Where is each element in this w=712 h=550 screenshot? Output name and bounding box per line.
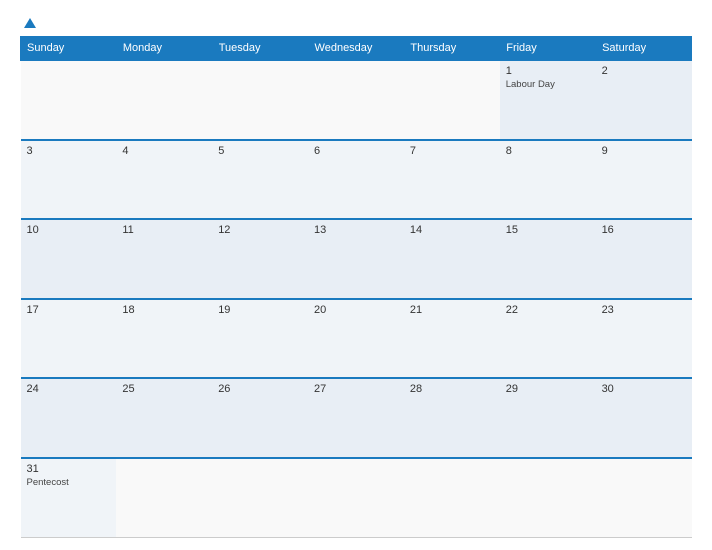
day-event-label: Pentecost <box>27 477 111 488</box>
day-number: 12 <box>218 224 302 236</box>
day-number: 26 <box>218 383 302 395</box>
weekday-header-wednesday: Wednesday <box>308 37 404 61</box>
day-number: 18 <box>122 304 206 316</box>
logo <box>20 18 36 28</box>
calendar-cell <box>116 458 212 538</box>
top-bar <box>20 18 692 28</box>
day-number: 6 <box>314 145 398 157</box>
day-number: 9 <box>602 145 686 157</box>
calendar-cell: 17 <box>21 299 117 379</box>
calendar-cell: 10 <box>21 219 117 299</box>
logo-triangle-icon <box>24 18 36 28</box>
calendar-cell <box>308 458 404 538</box>
calendar-cell: 31 Pentecost <box>21 458 117 538</box>
day-number: 2 <box>602 65 686 77</box>
calendar-week-row: 17 18 19 20 21 22 23 <box>21 299 692 379</box>
calendar-cell: 19 <box>212 299 308 379</box>
calendar-cell: 29 <box>500 378 596 458</box>
calendar-week-row: 31 Pentecost <box>21 458 692 538</box>
day-number: 31 <box>27 463 111 475</box>
calendar-cell <box>596 458 692 538</box>
weekday-header-tuesday: Tuesday <box>212 37 308 61</box>
calendar-cell: 9 <box>596 140 692 220</box>
calendar-cell <box>500 458 596 538</box>
weekday-header-friday: Friday <box>500 37 596 61</box>
day-number: 15 <box>506 224 590 236</box>
day-number: 29 <box>506 383 590 395</box>
calendar-cell: 7 <box>404 140 500 220</box>
calendar-cell: 23 <box>596 299 692 379</box>
day-number: 25 <box>122 383 206 395</box>
calendar-table: SundayMondayTuesdayWednesdayThursdayFrid… <box>20 36 692 538</box>
calendar-cell: 6 <box>308 140 404 220</box>
day-number: 16 <box>602 224 686 236</box>
day-number: 4 <box>122 145 206 157</box>
day-number: 13 <box>314 224 398 236</box>
calendar-cell <box>116 60 212 140</box>
day-number: 27 <box>314 383 398 395</box>
calendar-cell: 26 <box>212 378 308 458</box>
calendar-cell: 8 <box>500 140 596 220</box>
weekday-header-row: SundayMondayTuesdayWednesdayThursdayFrid… <box>21 37 692 61</box>
calendar-cell: 2 <box>596 60 692 140</box>
calendar-cell: 21 <box>404 299 500 379</box>
day-number: 1 <box>506 65 590 77</box>
day-number: 14 <box>410 224 494 236</box>
day-number: 5 <box>218 145 302 157</box>
day-number: 21 <box>410 304 494 316</box>
day-number: 22 <box>506 304 590 316</box>
calendar-cell: 22 <box>500 299 596 379</box>
day-number: 3 <box>27 145 111 157</box>
calendar-cell: 12 <box>212 219 308 299</box>
calendar-week-row: 24 25 26 27 28 29 30 <box>21 378 692 458</box>
calendar-week-row: 10 11 12 13 14 15 16 <box>21 219 692 299</box>
calendar-cell <box>212 458 308 538</box>
calendar-cell <box>308 60 404 140</box>
calendar-cell: 13 <box>308 219 404 299</box>
day-number: 23 <box>602 304 686 316</box>
calendar-cell: 1 Labour Day <box>500 60 596 140</box>
day-number: 8 <box>506 145 590 157</box>
day-number: 11 <box>122 224 206 236</box>
logo-blue-text <box>20 18 36 28</box>
calendar-cell: 16 <box>596 219 692 299</box>
calendar-cell: 28 <box>404 378 500 458</box>
day-number: 17 <box>27 304 111 316</box>
calendar-cell: 20 <box>308 299 404 379</box>
calendar-cell: 5 <box>212 140 308 220</box>
weekday-header-sunday: Sunday <box>21 37 117 61</box>
calendar-cell <box>21 60 117 140</box>
calendar-cell: 4 <box>116 140 212 220</box>
day-number: 19 <box>218 304 302 316</box>
calendar-cell <box>404 60 500 140</box>
day-number: 30 <box>602 383 686 395</box>
calendar-cell: 25 <box>116 378 212 458</box>
weekday-header-saturday: Saturday <box>596 37 692 61</box>
calendar-cell: 11 <box>116 219 212 299</box>
calendar-cell: 14 <box>404 219 500 299</box>
weekday-header-thursday: Thursday <box>404 37 500 61</box>
calendar-week-row: 3456789 <box>21 140 692 220</box>
calendar-cell: 27 <box>308 378 404 458</box>
day-number: 7 <box>410 145 494 157</box>
day-number: 10 <box>27 224 111 236</box>
day-number: 20 <box>314 304 398 316</box>
calendar-cell <box>212 60 308 140</box>
day-number: 28 <box>410 383 494 395</box>
day-number: 24 <box>27 383 111 395</box>
calendar-cell: 3 <box>21 140 117 220</box>
calendar-week-row: 1 Labour Day 2 <box>21 60 692 140</box>
day-event-label: Labour Day <box>506 79 590 90</box>
calendar-cell <box>404 458 500 538</box>
calendar-cell: 18 <box>116 299 212 379</box>
calendar-cell: 30 <box>596 378 692 458</box>
weekday-header-monday: Monday <box>116 37 212 61</box>
calendar-cell: 24 <box>21 378 117 458</box>
calendar-cell: 15 <box>500 219 596 299</box>
